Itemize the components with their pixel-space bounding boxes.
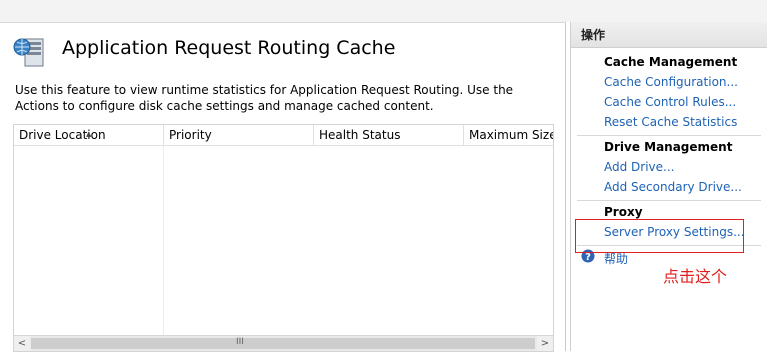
actions-divider (577, 200, 761, 201)
sort-ascending-icon: ▲ (86, 130, 92, 138)
horizontal-scrollbar[interactable]: < III > (14, 335, 553, 351)
column-divider (163, 145, 164, 335)
scroll-thumb[interactable]: III (31, 337, 535, 349)
server-globe-icon (13, 38, 44, 67)
scroll-left-button[interactable]: < (14, 336, 30, 351)
cache-drives-table[interactable]: Drive Location ▲ Priority Health Status … (13, 124, 554, 352)
column-label: Maximum Size (469, 128, 554, 142)
scroll-right-button[interactable]: > (537, 336, 553, 351)
add-drive-link[interactable]: Add Drive... (604, 160, 674, 174)
page-title: Application Request Routing Cache (62, 37, 396, 59)
column-label: Priority (169, 128, 212, 142)
group-drive-management: Drive Management (604, 140, 733, 154)
add-secondary-drive-link[interactable]: Add Secondary Drive... (604, 180, 742, 194)
feature-description: Use this feature to view runtime statist… (15, 83, 514, 113)
column-health-status[interactable]: Health Status (314, 125, 464, 145)
column-label: Drive Location (19, 128, 106, 142)
table-header: Drive Location ▲ Priority Health Status … (14, 125, 554, 146)
group-cache-management: Cache Management (604, 55, 738, 69)
title-strip (0, 0, 767, 22)
cache-configuration-link[interactable]: Cache Configuration... (604, 75, 738, 89)
feature-pane: Application Request Routing Cache Use th… (0, 22, 566, 352)
svg-text:?: ? (585, 252, 591, 263)
actions-header: 操作 (571, 22, 767, 48)
actions-pane: 操作 Cache Management Cache Configuration.… (570, 22, 767, 351)
column-label: Health Status (319, 128, 401, 142)
annotation-text: 点击这个 (663, 267, 728, 286)
actions-divider (577, 135, 761, 136)
reset-cache-statistics-link[interactable]: Reset Cache Statistics (604, 115, 737, 129)
column-drive-location[interactable]: Drive Location ▲ (14, 125, 164, 145)
column-maximum-size[interactable]: Maximum Size (464, 125, 554, 145)
column-priority[interactable]: Priority (164, 125, 314, 145)
scroll-grip: III (236, 337, 244, 347)
group-proxy: Proxy (604, 205, 643, 219)
cache-control-rules-link[interactable]: Cache Control Rules... (604, 95, 736, 109)
annotation-highlight-box (575, 219, 744, 253)
